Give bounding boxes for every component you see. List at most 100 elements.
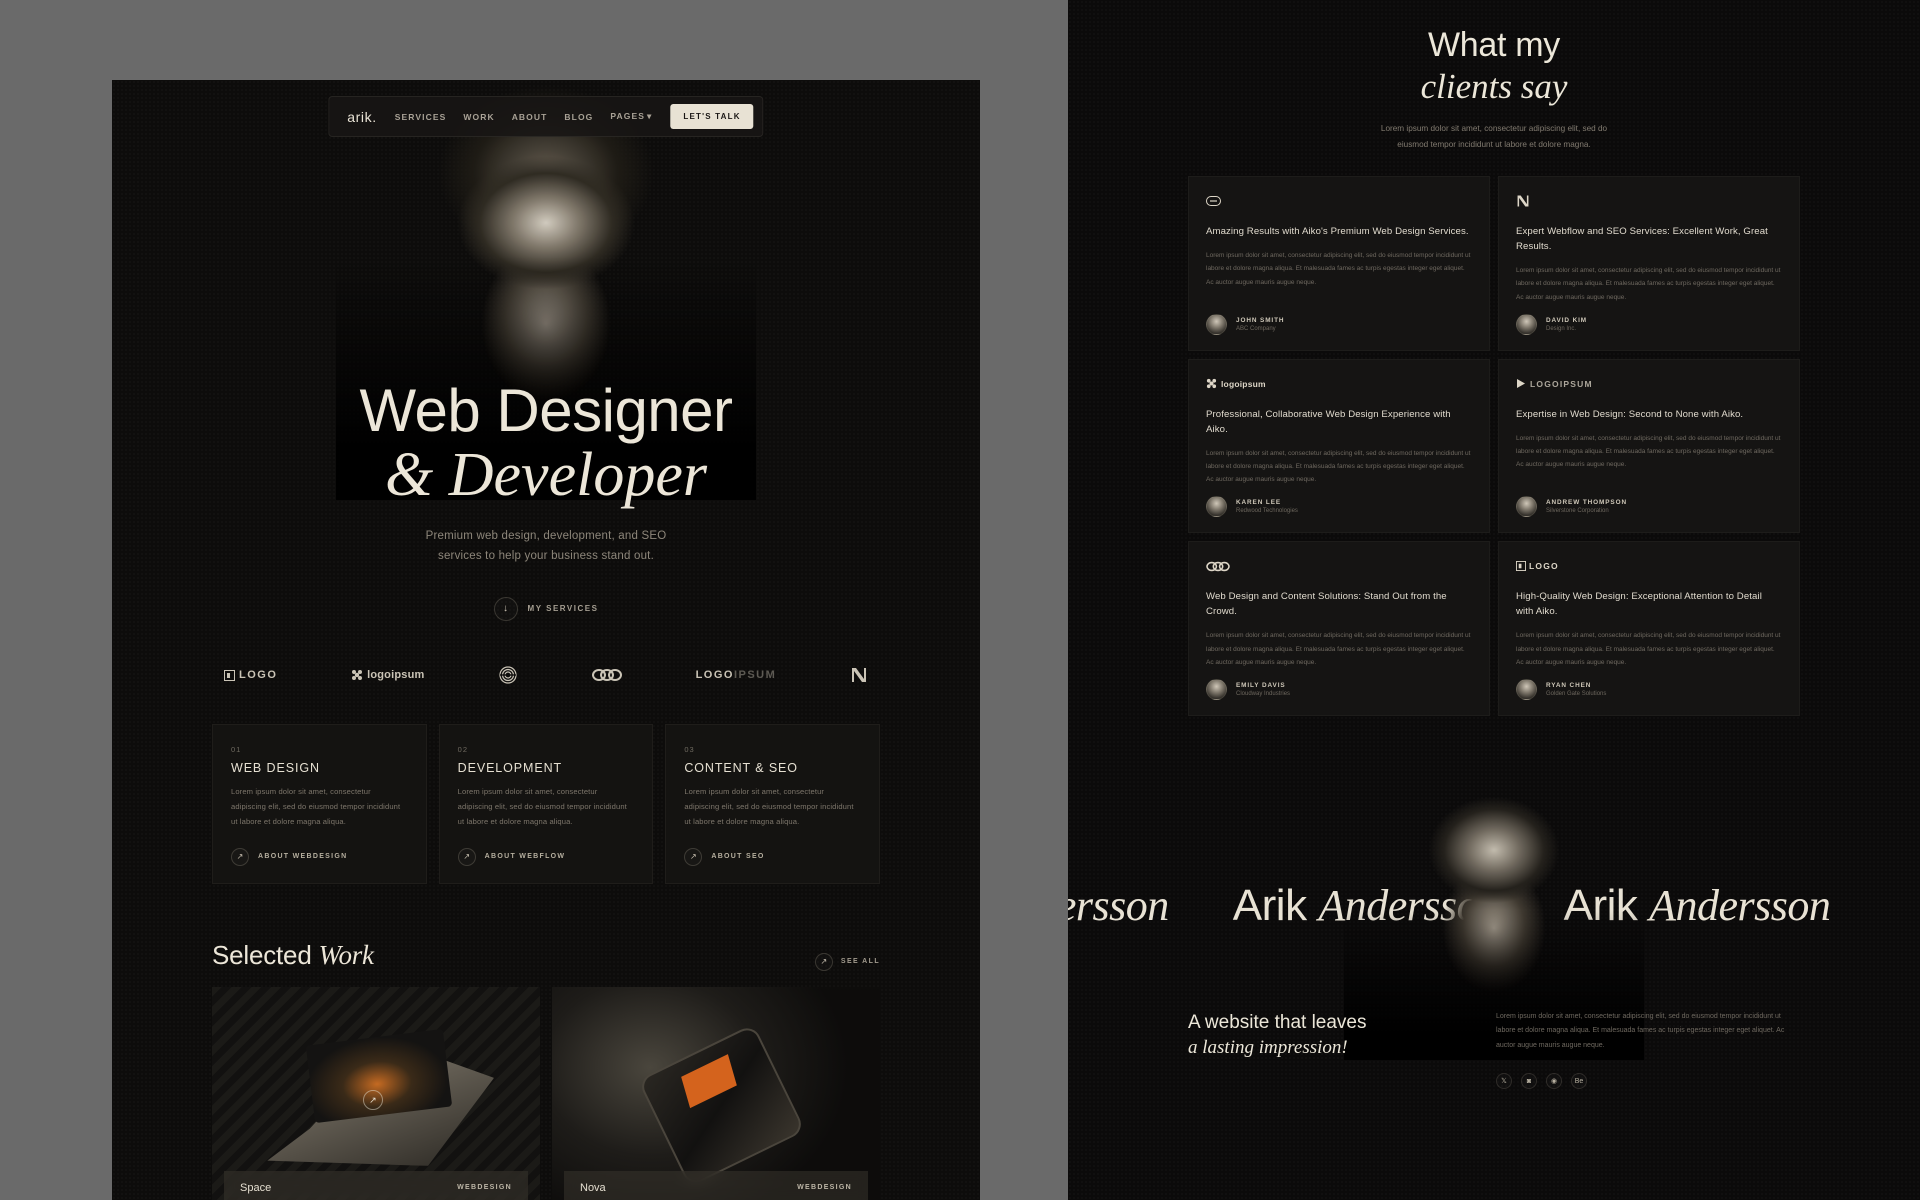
testimonial-grid: Amazing Results with Aiko's Premium Web … xyxy=(1068,152,1920,717)
logo-square-mark: LOGO xyxy=(224,669,277,681)
testimonial-body: Lorem ipsum dolor sit amet, consectetur … xyxy=(1516,266,1781,301)
homepage-preview-panel: arik. SERVICES WORK ABOUT BLOG PAGES ▾ LE… xyxy=(112,80,980,1200)
arrow-up-right-icon: ↗ xyxy=(814,952,833,971)
testimonial-card-karen-lee[interactable]: logoipsum Professional, Collaborative We… xyxy=(1188,358,1490,534)
nav-item-services[interactable]: SERVICES xyxy=(395,112,447,122)
service-card-web-design[interactable]: 01 WEB DESIGN Lorem ipsum dolor sit amet… xyxy=(212,724,427,884)
work-project-grid: ↗ Space WEBDESIGN Nova WEBDESIGN xyxy=(112,986,980,1200)
logo-circle-stack-mark xyxy=(498,665,518,685)
testimonial-author: ANDREW THOMPSON Silverstone Corporation xyxy=(1516,496,1782,518)
marquee-first-name: Arik xyxy=(1232,880,1307,930)
behance-icon[interactable]: Be xyxy=(1571,1073,1587,1090)
testimonial-body: Lorem ipsum dolor sit amet, consectetur … xyxy=(1516,434,1781,469)
author-name: ANDREW THOMPSON xyxy=(1546,499,1627,507)
project-card-nova[interactable]: Nova WEBDESIGN xyxy=(552,986,880,1200)
testimonial-title: Web Design and Content Solutions: Stand … xyxy=(1206,591,1447,618)
arrow-up-right-icon: ↗ xyxy=(231,847,249,866)
social-links: 𝕏 ◙ ◉ Be xyxy=(1496,1073,1800,1090)
testimonial-body: Lorem ipsum dolor sit amet, consectetur … xyxy=(1516,632,1781,666)
author-name: JOHN SMITH xyxy=(1236,316,1285,324)
testimonial-title: Expertise in Web Design: Second to None … xyxy=(1516,408,1744,420)
logoipsum-label: logoipsum xyxy=(367,669,425,681)
testimonials-heading-line1: What my xyxy=(1427,26,1561,64)
testimonials-preview-panel: What my clients say Lorem ipsum dolor si… xyxy=(1068,0,1920,1200)
chevron-down-icon: ▾ xyxy=(647,111,653,121)
service-link[interactable]: ↗ ABOUT SEO xyxy=(684,847,861,866)
logoipsum-split-label: LOGOIPSUM xyxy=(1530,378,1593,389)
logo-part-b: IPSUM xyxy=(733,669,777,681)
avatar xyxy=(1516,679,1537,701)
nav-item-about[interactable]: ABOUT xyxy=(512,112,548,122)
main-navbar[interactable]: arik. SERVICES WORK ABOUT BLOG PAGES ▾ LE… xyxy=(328,96,764,137)
service-link[interactable]: ↗ ABOUT WEBDESIGN xyxy=(231,847,408,866)
pill-glyph xyxy=(1206,196,1221,207)
avatar xyxy=(1206,313,1227,335)
author-role: Redwood Technologies xyxy=(1236,508,1298,515)
nav-item-work[interactable]: WORK xyxy=(463,112,494,122)
testimonial-author: KAREN LEE Redwood Technologies xyxy=(1206,496,1472,518)
infinity-loops-glyph xyxy=(1206,561,1230,572)
testimonials-subtitle-line1: Lorem ipsum dolor sit amet, consectetur … xyxy=(1380,124,1608,133)
service-title: WEB DESIGN xyxy=(231,761,320,775)
arrow-up-right-icon: ↗ xyxy=(362,1090,383,1111)
nav-item-pages[interactable]: PAGES ▾ xyxy=(610,111,652,122)
footer-body-text: Lorem ipsum dolor sit amet, consectetur … xyxy=(1496,1013,1785,1049)
testimonial-card-emily-davis[interactable]: Web Design and Content Solutions: Stand … xyxy=(1188,541,1490,717)
service-card-content-seo[interactable]: 03 CONTENT & SEO Lorem ipsum dolor sit a… xyxy=(665,724,881,884)
services-card-row: 01 WEB DESIGN Lorem ipsum dolor sit amet… xyxy=(112,710,980,884)
n-mark-glyph xyxy=(851,668,866,682)
project-card-space[interactable]: ↗ Space WEBDESIGN xyxy=(212,986,540,1200)
nav-item-blog[interactable]: BLOG xyxy=(564,112,593,122)
circle-stack-glyph xyxy=(499,666,517,684)
see-all-button[interactable]: ↗ SEE ALL xyxy=(814,952,880,971)
logo-pill-mark xyxy=(1206,193,1472,209)
project-caption: Space WEBDESIGN xyxy=(224,1170,528,1200)
logo-infinity-loops-mark xyxy=(1206,558,1472,574)
selected-work-title: Selected Work xyxy=(212,940,374,971)
logoipsum-flower-mark: logoipsum xyxy=(1206,376,1472,392)
testimonial-title: Professional, Collaborative Web Design E… xyxy=(1206,408,1451,435)
testimonial-author: DAVID KIM Design Inc. xyxy=(1516,313,1782,335)
hero-subtitle: Premium web design, development, and SEO… xyxy=(112,526,980,566)
lets-talk-button[interactable]: LET'S TALK xyxy=(670,104,754,129)
avatar xyxy=(1516,496,1537,518)
testimonials-subtitle: Lorem ipsum dolor sit amet, consectetur … xyxy=(1068,121,1920,152)
logo-square-glyph xyxy=(1516,561,1526,572)
project-name: Space xyxy=(240,1181,272,1194)
dribbble-icon[interactable]: ◉ xyxy=(1546,1073,1562,1090)
testimonials-heading-line2: clients say xyxy=(1420,67,1568,106)
brand-logo[interactable]: arik. xyxy=(347,109,376,125)
logo-n-mark xyxy=(850,666,868,684)
logoipsum-label: logoipsum xyxy=(1221,378,1266,389)
logoipsum-split-label: LOGOIPSUM xyxy=(696,669,777,681)
logoipsum-split-mark: LOGOIPSUM xyxy=(696,669,777,681)
service-body: Lorem ipsum dolor sit amet, consectetur … xyxy=(684,787,854,827)
testimonial-card-david-kim[interactable]: Expert Webflow and SEO Services: Excelle… xyxy=(1498,176,1800,351)
service-link[interactable]: ↗ ABOUT WEBFLOW xyxy=(457,847,635,866)
instagram-icon[interactable]: ◙ xyxy=(1521,1073,1537,1090)
infinity-loops-glyph xyxy=(591,668,622,682)
author-role: Silverstone Corporation xyxy=(1546,508,1609,515)
logoipsum-flower-mark: logoipsum xyxy=(351,669,424,681)
project-tag: WEBDESIGN xyxy=(797,1184,852,1192)
testimonial-title: Expert Webflow and SEO Services: Excelle… xyxy=(1516,226,1768,253)
testimonial-card-andrew-thompson[interactable]: LOGOIPSUM Expertise in Web Design: Secon… xyxy=(1498,358,1800,534)
logo-infinity-loops-mark xyxy=(591,668,622,682)
marquee-last-name: Andersson xyxy=(1068,880,1169,930)
nav-links: SERVICES WORK ABOUT BLOG PAGES ▾ xyxy=(395,111,653,122)
avatar xyxy=(1516,313,1537,335)
testimonial-card-ryan-chen[interactable]: LOGO High-Quality Web Design: Exceptiona… xyxy=(1498,541,1800,717)
testimonial-card-john-smith[interactable]: Amazing Results with Aiko's Premium Web … xyxy=(1188,176,1490,351)
my-services-button[interactable]: ↓ MY SERVICES xyxy=(493,596,599,621)
project-name: Nova xyxy=(580,1181,606,1194)
logo-square-mark: LOGO xyxy=(1516,558,1782,574)
twitter-icon[interactable]: 𝕏 xyxy=(1496,1073,1512,1090)
screenshot-stage: arik. SERVICES WORK ABOUT BLOG PAGES ▾ LE… xyxy=(0,0,1920,1200)
work-title-part-b: Work xyxy=(318,939,374,970)
testimonial-body: Lorem ipsum dolor sit amet, consectetur … xyxy=(1206,632,1471,666)
hero-content: Web Designer & Developer Premium web des… xyxy=(112,380,980,621)
author-role: ABC Company xyxy=(1236,325,1276,332)
author-role: Cloudway Industries xyxy=(1236,691,1291,698)
service-card-development[interactable]: 02 DEVELOPMENT Lorem ipsum dolor sit ame… xyxy=(438,724,654,884)
hero-subtitle-line1: Premium web design, development, and SEO xyxy=(425,530,667,543)
